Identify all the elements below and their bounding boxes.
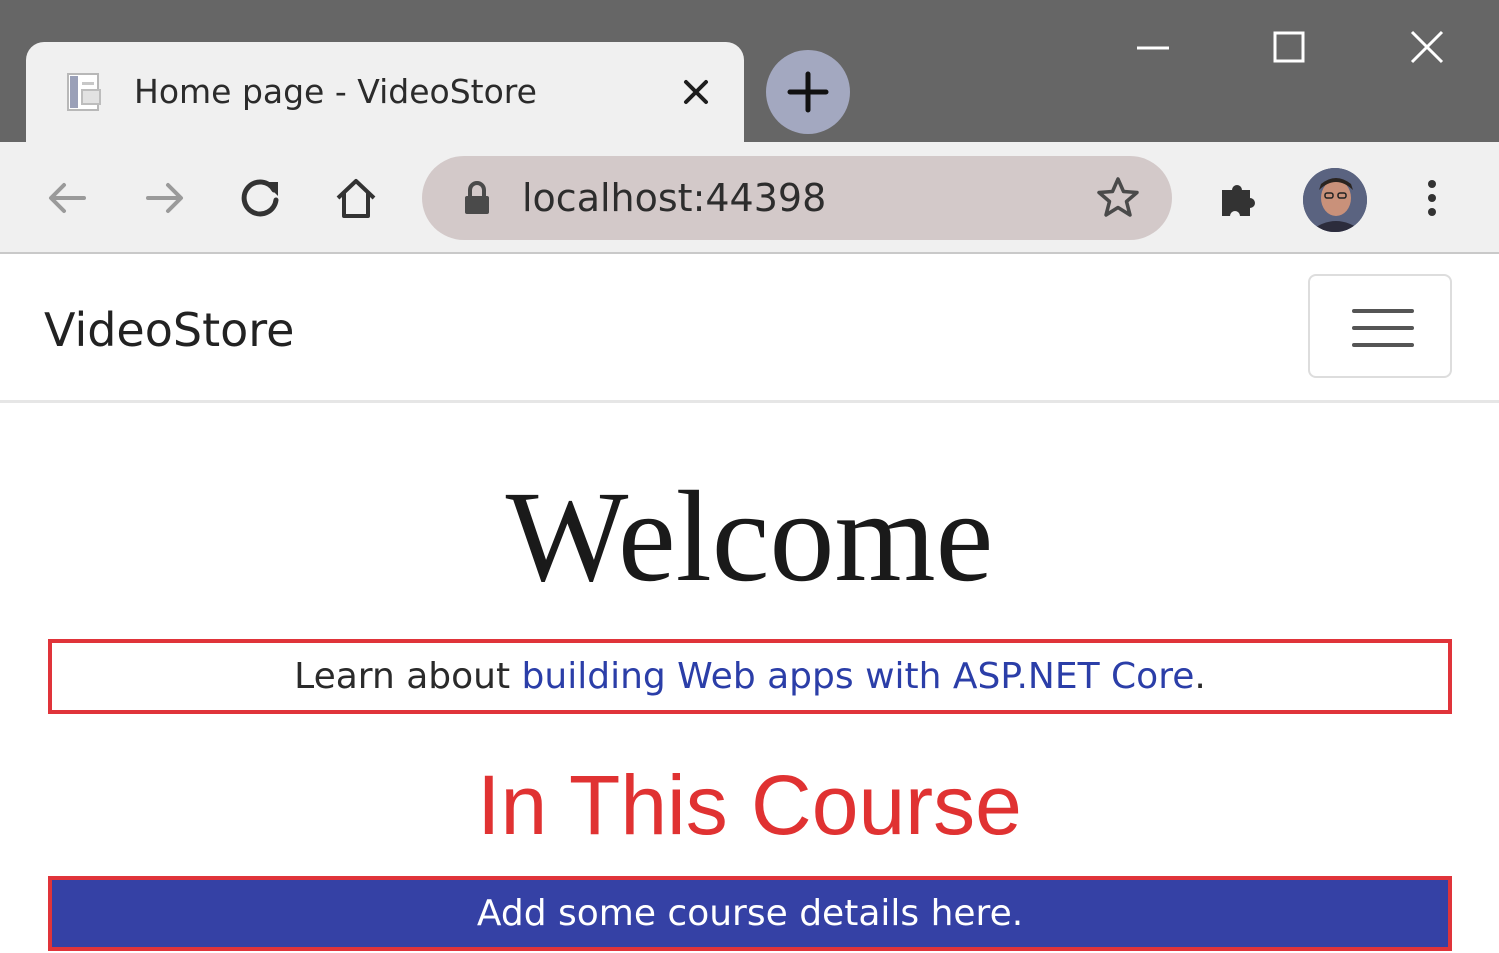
star-icon[interactable]: [1094, 174, 1142, 222]
home-icon[interactable]: [330, 172, 382, 224]
aspnet-docs-link[interactable]: building Web apps with ASP.NET Core: [522, 656, 1195, 697]
hamburger-icon: [1352, 309, 1414, 313]
close-window-icon[interactable]: [1404, 24, 1450, 70]
course-heading: In This Course: [477, 758, 1022, 852]
maximize-icon[interactable]: [1266, 24, 1312, 70]
new-tab-button[interactable]: [766, 50, 850, 134]
learn-suffix: .: [1194, 656, 1206, 697]
navbar-toggler-button[interactable]: [1308, 274, 1452, 378]
document-icon: [67, 73, 101, 111]
minimize-icon[interactable]: [1130, 24, 1176, 70]
close-tab-icon[interactable]: [674, 70, 718, 114]
learn-about-box: Learn about building Web apps with ASP.N…: [48, 639, 1452, 714]
site-navbar: VideoStore: [0, 254, 1499, 403]
profile-avatar[interactable]: [1303, 168, 1367, 232]
address-bar[interactable]: localhost:44398: [422, 156, 1172, 240]
more-menu-icon[interactable]: [1406, 172, 1458, 224]
hamburger-icon-bottom: [1352, 343, 1414, 347]
forward-arrow-icon[interactable]: [138, 172, 190, 224]
hamburger-icon-middle: [1352, 326, 1414, 330]
navbar-brand[interactable]: VideoStore: [44, 302, 294, 358]
avatar-picture: [1303, 168, 1367, 232]
tab-title: Home page - VideoStore: [134, 72, 537, 111]
reload-icon[interactable]: [234, 172, 286, 224]
lock-icon: [465, 181, 489, 214]
course-details-box: Add some course details here.: [48, 876, 1452, 951]
browser-titlebar: Home page - VideoStore: [0, 0, 1499, 143]
back-arrow-icon[interactable]: [42, 172, 94, 224]
plus-icon: [787, 71, 829, 113]
browser-tab[interactable]: Home page - VideoStore: [26, 42, 744, 143]
page-heading: Welcome: [505, 465, 994, 609]
learn-prefix: Learn about: [294, 656, 522, 697]
browser-toolbar: localhost:44398: [0, 142, 1499, 254]
url-text[interactable]: localhost:44398: [522, 175, 826, 221]
extensions-puzzle-icon[interactable]: [1214, 172, 1266, 224]
